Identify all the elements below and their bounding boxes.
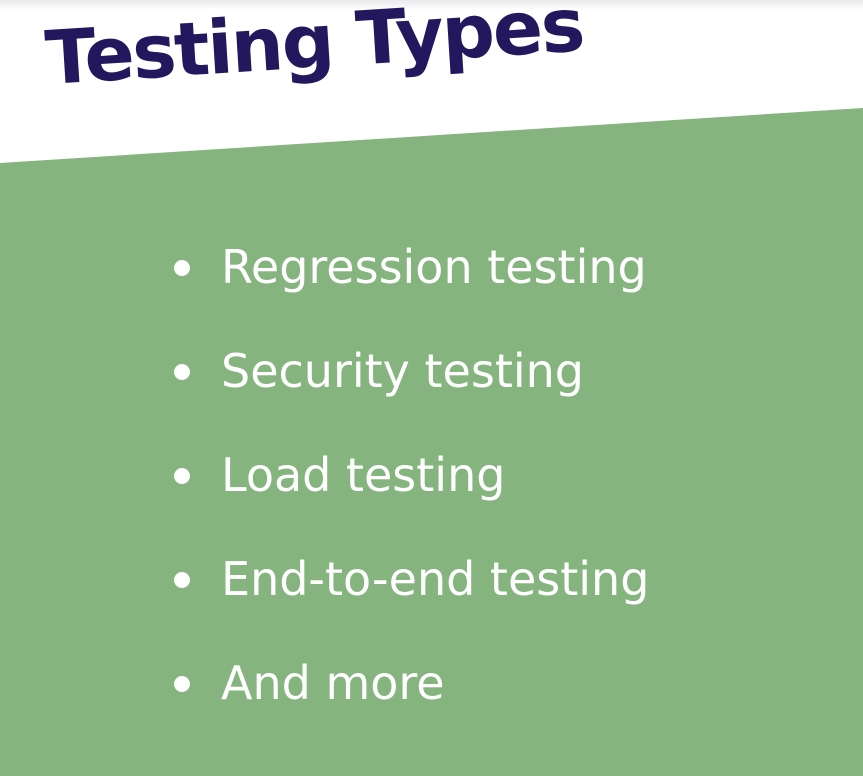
bullet-item: Regression testing [172, 232, 649, 336]
bullet-dot-icon [174, 572, 190, 588]
bullet-text: And more [221, 656, 445, 710]
bullet-item: End-to-end testing [172, 544, 649, 648]
slide: Testing Types Regression testing Securit… [0, 0, 863, 776]
bullet-dot-icon [174, 676, 190, 692]
bullet-item: Load testing [172, 440, 649, 544]
bullet-text: Regression testing [221, 240, 647, 294]
bullet-list: Regression testing Security testing Load… [172, 232, 649, 752]
bullet-item: Security testing [172, 336, 649, 440]
bullet-dot-icon [174, 364, 190, 380]
bullet-dot-icon [174, 260, 190, 276]
bullet-text: Load testing [221, 448, 506, 502]
bullet-text: Security testing [221, 344, 584, 398]
bullet-text: End-to-end testing [221, 552, 650, 606]
bullet-dot-icon [174, 468, 190, 484]
bullet-item: And more [172, 648, 649, 752]
